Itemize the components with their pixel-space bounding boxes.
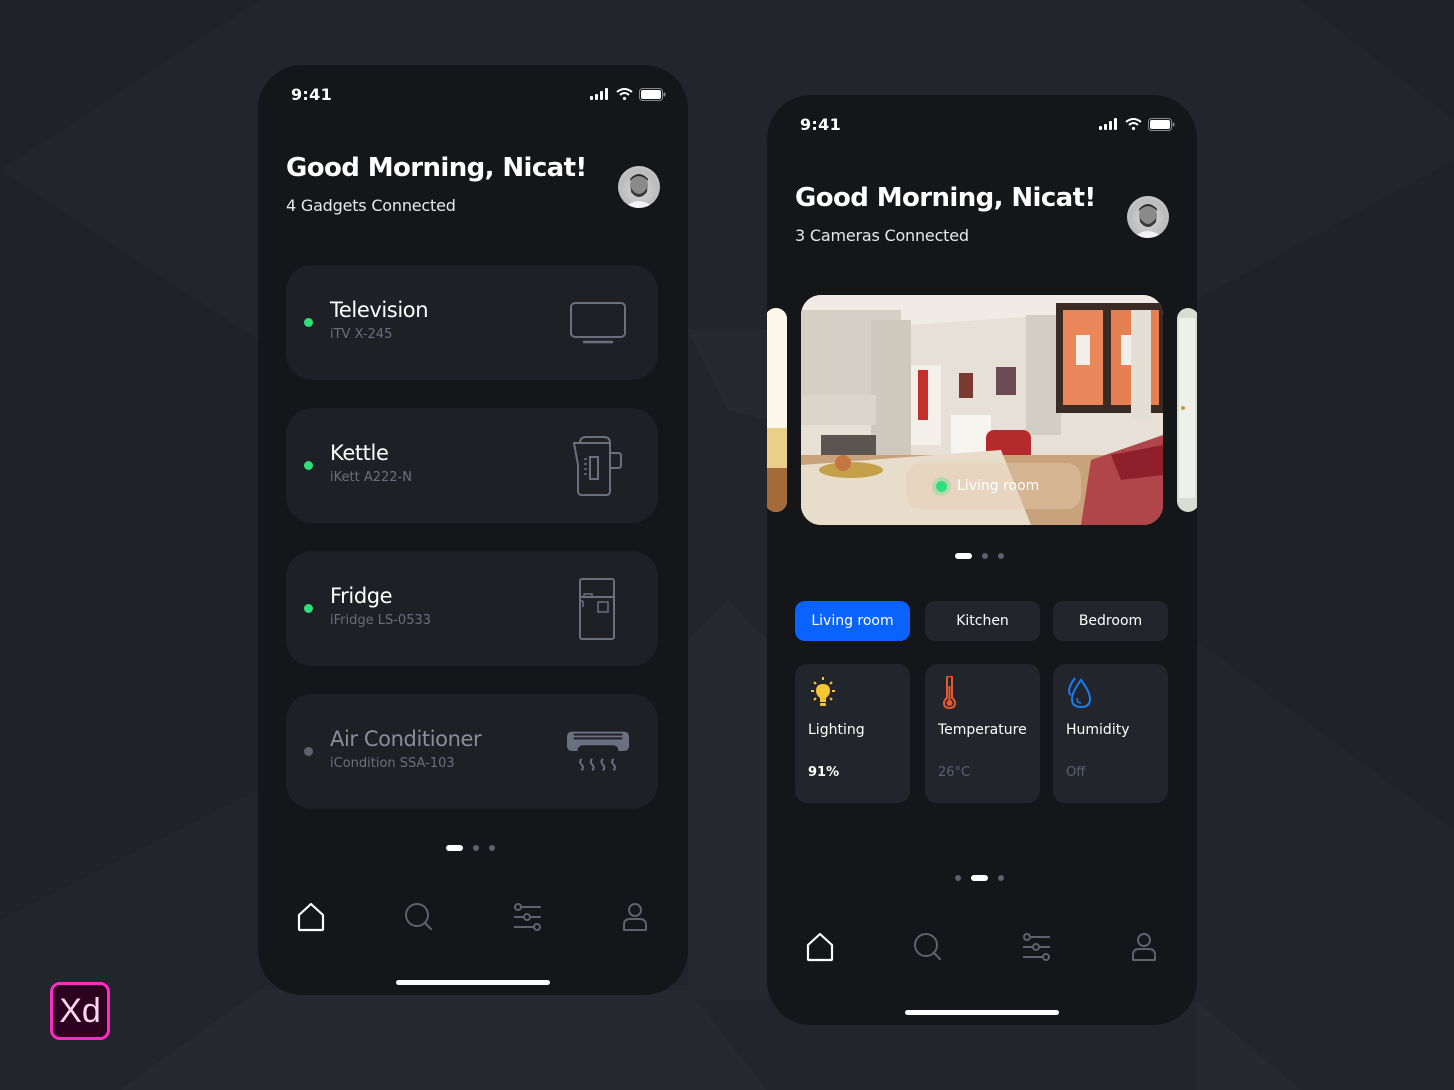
live-status-dot <box>936 480 947 492</box>
tab-controls[interactable] <box>1017 927 1057 967</box>
device-model: iKett A222-N <box>330 470 412 485</box>
page-indicator <box>446 845 495 851</box>
tab-home[interactable] <box>800 927 840 967</box>
stat-value: 26°C <box>938 765 971 780</box>
device-card-television[interactable]: Television iTV X-245 <box>286 265 658 380</box>
stat-card-temperature[interactable]: Temperature 26°C <box>925 664 1040 803</box>
search-icon <box>405 903 432 930</box>
status-bar: 9:41 <box>291 83 666 105</box>
battery-icon <box>639 87 666 101</box>
camera-page-indicator <box>955 553 1004 559</box>
phone-screen-cameras: 9:41 Good Morning, Nicat! 3 Cameras Conn… <box>767 95 1197 1025</box>
stat-label: Lighting <box>808 722 865 738</box>
signal-icon <box>590 88 608 100</box>
search-icon <box>914 933 941 960</box>
page-dot[interactable] <box>473 845 479 851</box>
air-conditioner-icon <box>566 714 630 790</box>
bottom-tab-bar <box>258 897 688 937</box>
wifi-icon <box>616 88 633 100</box>
user-avatar[interactable] <box>1127 196 1169 238</box>
device-card-fridge[interactable]: Fridge iFridge LS-0533 <box>286 551 658 666</box>
fridge-icon <box>566 571 630 647</box>
greeting-title: Good Morning, Nicat! <box>795 183 1096 213</box>
device-card-kettle[interactable]: Kettle iKett A222-N <box>286 408 658 523</box>
page-indicator <box>955 875 1004 881</box>
stat-value: 91% <box>808 765 840 780</box>
adobe-xd-logo: Xd <box>50 982 110 1040</box>
tab-profile[interactable] <box>1124 927 1164 967</box>
room-tab-kitchen[interactable]: Kitchen <box>925 601 1040 641</box>
sliders-icon <box>1023 933 1050 961</box>
cameras-connected-count: 3 Cameras Connected <box>795 226 969 245</box>
stat-label: Temperature <box>938 722 1027 738</box>
user-avatar[interactable] <box>618 166 660 208</box>
tab-search[interactable] <box>908 927 948 967</box>
kettle-icon <box>566 428 630 504</box>
greeting-title: Good Morning, Nicat! <box>286 153 587 183</box>
room-tab-bedroom[interactable]: Bedroom <box>1053 601 1168 641</box>
online-status-dot <box>304 461 313 470</box>
camera-feed-previous[interactable] <box>767 308 787 512</box>
television-icon <box>566 285 630 361</box>
lightbulb-icon <box>808 676 838 710</box>
home-indicator[interactable] <box>905 1010 1059 1015</box>
home-indicator[interactable] <box>396 980 550 985</box>
sliders-icon <box>514 903 541 931</box>
tab-search[interactable] <box>399 897 439 937</box>
profile-icon <box>1132 933 1156 961</box>
online-status-dot <box>304 604 313 613</box>
home-icon <box>806 932 834 962</box>
stat-value: Off <box>1066 765 1086 780</box>
page-dot[interactable] <box>998 875 1004 881</box>
profile-icon <box>623 903 647 931</box>
battery-icon <box>1148 117 1175 131</box>
thermometer-icon <box>938 674 968 710</box>
device-name: Television <box>330 298 429 322</box>
status-time: 9:41 <box>800 114 841 134</box>
camera-room-name: Living room <box>957 478 1040 494</box>
stat-card-humidity[interactable]: Humidity Off <box>1053 664 1168 803</box>
online-status-dot <box>304 318 313 327</box>
tab-home[interactable] <box>291 897 331 937</box>
offline-status-dot <box>304 747 313 756</box>
background-pattern <box>0 0 1454 1090</box>
device-name: Air Conditioner <box>330 727 482 751</box>
device-model: iFridge LS-0533 <box>330 613 432 628</box>
device-name: Fridge <box>330 584 393 608</box>
camera-feed-next[interactable] <box>1177 308 1197 512</box>
page-dot-active[interactable] <box>446 845 463 851</box>
stat-label: Humidity <box>1066 722 1130 738</box>
phone-screen-gadgets: 9:41 Good Morning, Nicat! 4 Gadgets Conn… <box>258 65 688 995</box>
camera-feed-living-room[interactable]: Living room <box>801 295 1163 525</box>
home-icon <box>297 902 325 932</box>
page-dot[interactable] <box>489 845 495 851</box>
tab-controls[interactable] <box>508 897 548 937</box>
device-card-air-conditioner[interactable]: Air Conditioner iCondition SSA-103 <box>286 694 658 809</box>
camera-room-label: Living room <box>906 463 1081 509</box>
page-dot[interactable] <box>982 553 988 559</box>
page-dot-active[interactable] <box>971 875 988 881</box>
stat-card-lighting[interactable]: Lighting 91% <box>795 664 910 803</box>
device-model: iCondition SSA-103 <box>330 756 455 771</box>
signal-icon <box>1099 118 1117 130</box>
page-dot[interactable] <box>998 553 1004 559</box>
gadgets-connected-count: 4 Gadgets Connected <box>286 196 456 215</box>
tab-profile[interactable] <box>615 897 655 937</box>
bottom-tab-bar <box>767 927 1197 967</box>
status-time: 9:41 <box>291 84 332 104</box>
device-name: Kettle <box>330 441 389 465</box>
wifi-icon <box>1125 118 1142 130</box>
page-dot-active[interactable] <box>955 553 972 559</box>
page-dot[interactable] <box>955 875 961 881</box>
water-drop-icon <box>1066 676 1096 710</box>
room-tab-living-room[interactable]: Living room <box>795 601 910 641</box>
device-model: iTV X-245 <box>330 327 393 342</box>
status-bar: 9:41 <box>800 113 1175 135</box>
